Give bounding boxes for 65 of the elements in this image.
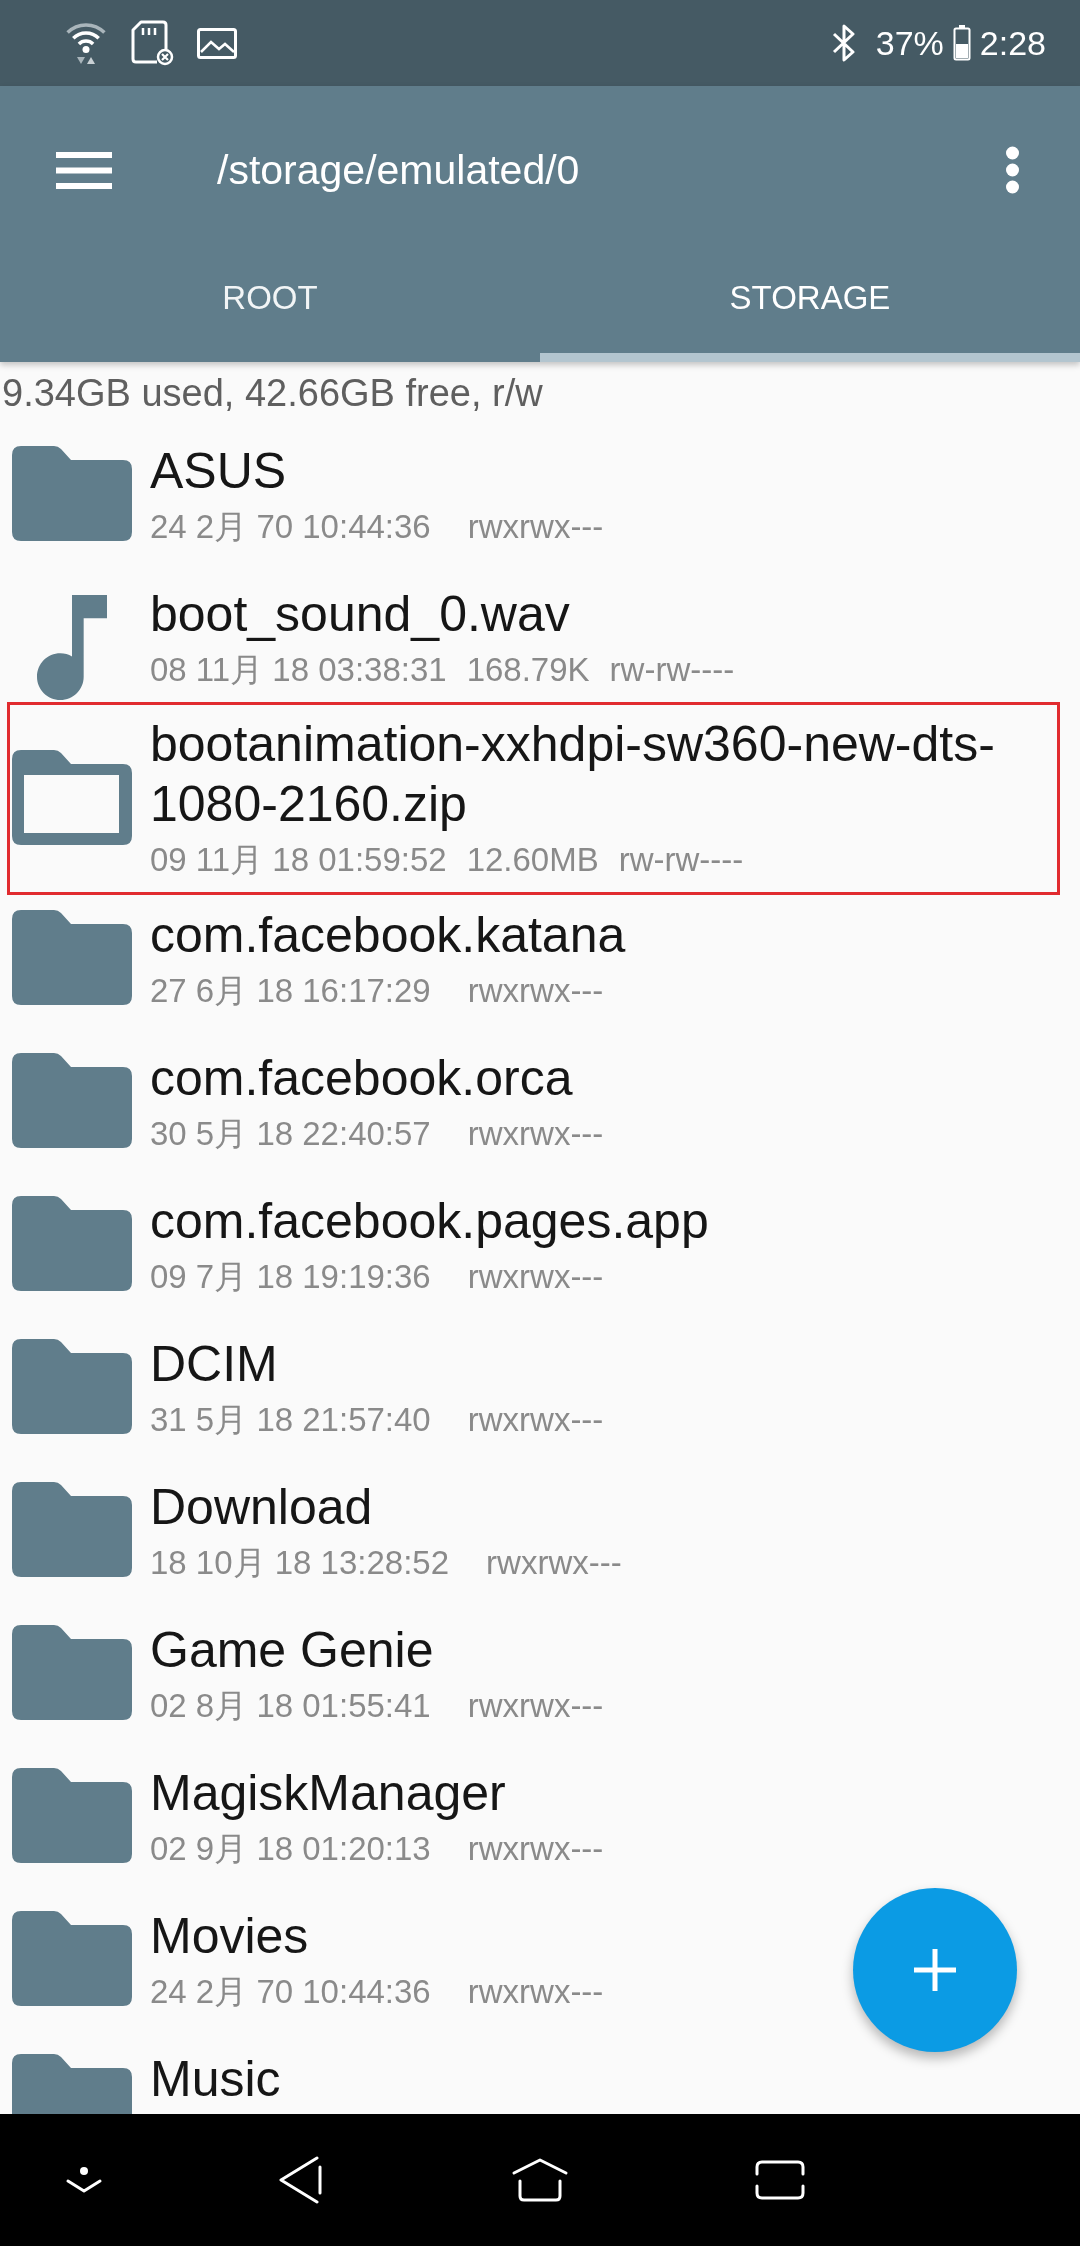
file-date: 24 2月 70 10:44:36 bbox=[150, 1971, 431, 2012]
file-permissions: rwxrwx--- bbox=[467, 1399, 604, 1440]
storage-summary: 9.34GB used, 42.66GB free, r/w bbox=[2, 371, 543, 415]
path-title: /storage/emulated/0 bbox=[217, 146, 581, 194]
folder-icon bbox=[12, 1339, 132, 1434]
folder-icon bbox=[12, 1053, 132, 1148]
file-permissions: rwxrwx--- bbox=[467, 1828, 604, 1869]
folder-icon bbox=[12, 1625, 132, 1720]
file-size: 12.60MB bbox=[466, 840, 599, 880]
file-permissions: rwxrwx--- bbox=[467, 1256, 604, 1297]
folder-icon bbox=[12, 910, 132, 1005]
folder-outline-icon bbox=[12, 749, 132, 845]
plus-icon bbox=[914, 1949, 956, 1991]
add-button[interactable] bbox=[853, 1888, 1017, 2052]
folder-icon bbox=[12, 1911, 132, 2006]
file-name: com.facebook.katana bbox=[150, 905, 627, 965]
file-date: 09 7月 18 19:19:36 bbox=[150, 1256, 431, 1297]
file-name: ASUS bbox=[150, 441, 288, 501]
file-date: 02 9月 18 01:20:13 bbox=[150, 1828, 431, 1869]
file-date: 18 10月 18 13:28:52 bbox=[150, 1542, 450, 1583]
file-date: 09 11月 18 01:59:52 bbox=[150, 840, 447, 880]
file-permissions: rwxrwx--- bbox=[467, 1685, 604, 1726]
file-permissions: rw-rw---- bbox=[609, 649, 735, 690]
file-name: Music bbox=[150, 2049, 282, 2109]
file-name: MagiskManager bbox=[150, 1763, 507, 1823]
clock-time: 2:28 bbox=[979, 23, 1046, 63]
wifi-icon bbox=[65, 21, 107, 65]
tab[interactable]: STORAGE bbox=[540, 254, 1080, 362]
image-icon bbox=[197, 27, 237, 59]
file-permissions: rwxrwx--- bbox=[467, 1113, 604, 1154]
battery-icon bbox=[952, 25, 971, 61]
folder-icon bbox=[12, 1768, 132, 1863]
music-note-icon bbox=[37, 595, 107, 700]
folder-icon bbox=[12, 1482, 132, 1577]
back-icon[interactable] bbox=[278, 2156, 322, 2204]
file-name: DCIM bbox=[150, 1334, 279, 1394]
folder-icon bbox=[12, 446, 132, 541]
file-name: com.facebook.pages.app bbox=[150, 1191, 710, 1251]
folder-icon bbox=[12, 1196, 132, 1291]
file-name: Movies bbox=[150, 1906, 310, 1966]
chevron-down-icon[interactable] bbox=[65, 2166, 103, 2194]
file-date: 31 5月 18 21:57:40 bbox=[150, 1399, 431, 1440]
file-permissions: rwxrwx--- bbox=[486, 1542, 622, 1583]
more-options-icon[interactable] bbox=[1005, 146, 1020, 194]
file-name: bootanimation-xxhdpi-sw360-new-dts-1080-2160.zip bbox=[150, 715, 996, 834]
file-name: Game Genie bbox=[150, 1620, 435, 1680]
home-icon[interactable] bbox=[511, 2158, 569, 2202]
file-size: 168.79K bbox=[466, 649, 590, 690]
file-date: 08 11月 18 03:38:31 bbox=[150, 649, 447, 690]
file-date: 24 2月 70 10:44:36 bbox=[150, 506, 431, 547]
tab[interactable]: ROOT bbox=[0, 254, 540, 362]
sd-card-icon bbox=[130, 20, 174, 66]
file-permissions: rwxrwx--- bbox=[467, 1971, 604, 2012]
file-name: boot_sound_0.wav bbox=[150, 584, 571, 644]
recents-icon[interactable] bbox=[754, 2160, 806, 2200]
file-permissions: rwxrwx--- bbox=[467, 970, 604, 1011]
menu-icon[interactable] bbox=[56, 151, 112, 189]
file-date: 02 8月 18 01:55:41 bbox=[150, 1685, 431, 1726]
file-date: 30 5月 18 22:40:57 bbox=[150, 1113, 431, 1154]
file-name: Download bbox=[150, 1477, 374, 1537]
file-permissions: rwxrwx--- bbox=[467, 506, 604, 547]
battery-percentage: 37% bbox=[875, 23, 944, 63]
file-permissions: rw-rw---- bbox=[618, 840, 744, 880]
file-date: 27 6月 18 16:17:29 bbox=[150, 970, 431, 1011]
file-name: com.facebook.orca bbox=[150, 1048, 574, 1108]
